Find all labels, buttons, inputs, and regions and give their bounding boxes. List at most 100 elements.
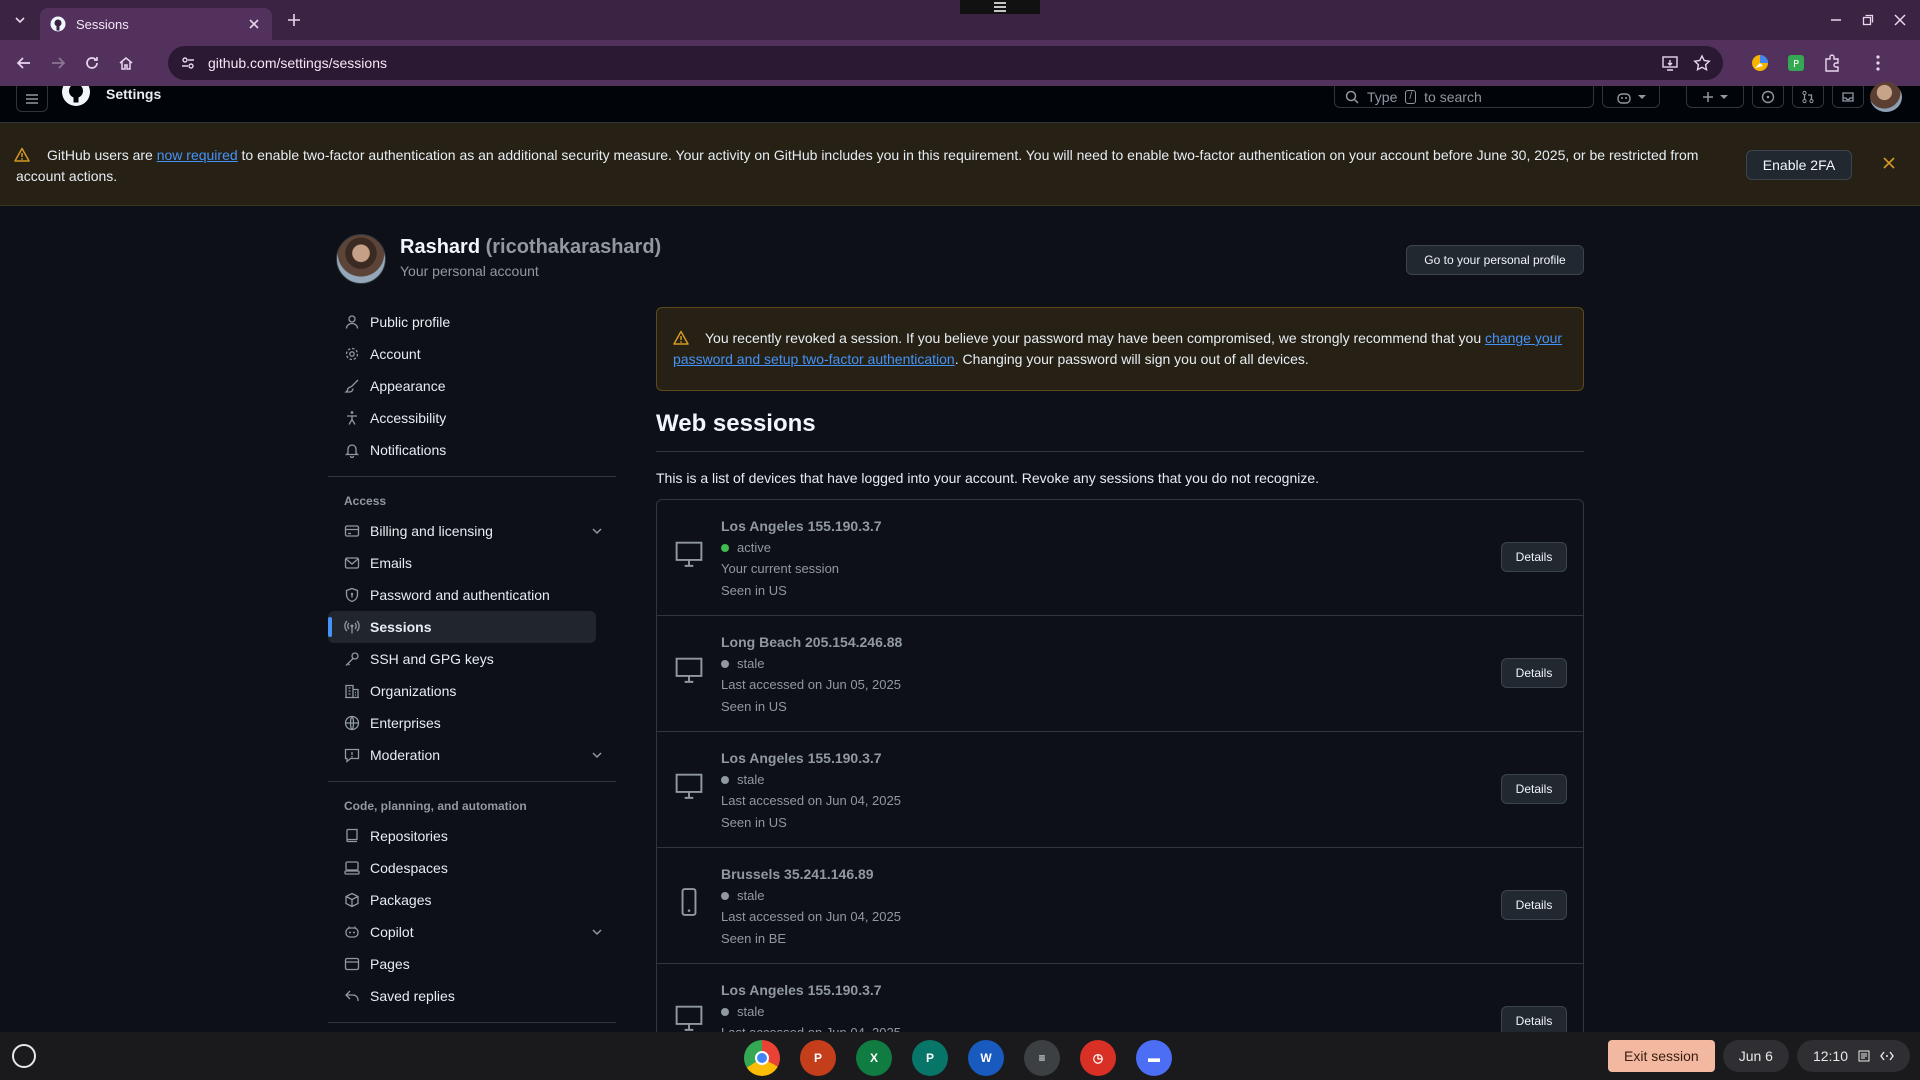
session-location[interactable]: Los Angeles 155.190.3.7 (721, 982, 882, 998)
session-location[interactable]: Los Angeles 155.190.3.7 (721, 750, 882, 766)
browser-icon (344, 957, 360, 971)
sidebar-item-repositories[interactable]: Repositories (328, 820, 616, 852)
sidebar-item-ssh-and-gpg-keys[interactable]: SSH and GPG keys (328, 643, 616, 675)
browser-tab[interactable]: Sessions (40, 8, 272, 40)
github-logo-icon[interactable] (60, 86, 92, 110)
powerpoint-icon[interactable]: P (800, 1040, 836, 1076)
details-button[interactable]: Details (1501, 658, 1567, 688)
copilot-menu-button[interactable] (1602, 86, 1660, 108)
search-input[interactable]: Type / to search (1334, 86, 1594, 108)
sidebar-item-codespaces[interactable]: Codespaces (328, 852, 616, 884)
sidebar-item-copilot[interactable]: Copilot (328, 916, 616, 948)
restore-icon[interactable] (1862, 14, 1874, 26)
new-tab-button[interactable] (276, 2, 312, 38)
publisher-icon[interactable]: P (912, 1040, 948, 1076)
bookmark-star-icon[interactable] (1693, 54, 1711, 72)
session-seen-in: Seen in US (721, 815, 787, 830)
session-status: stale (721, 656, 764, 671)
copilot-icon (1617, 92, 1631, 104)
header-context-title[interactable]: Settings (106, 86, 161, 102)
sidebar-item-label: Notifications (370, 442, 447, 458)
home-icon[interactable] (110, 47, 142, 79)
reload-icon[interactable] (76, 47, 108, 79)
person-icon (345, 315, 359, 329)
date-button[interactable]: Jun 6 (1722, 1040, 1789, 1072)
window-drag-handle[interactable] (960, 0, 1040, 14)
extension-colorful-icon[interactable] (1751, 54, 1769, 72)
close-window-icon[interactable] (1894, 14, 1906, 26)
extensions-puzzle-icon[interactable] (1823, 54, 1841, 72)
sidebar-heading-code: Code, planning, and automation (344, 799, 527, 813)
details-button[interactable]: Details (1501, 774, 1567, 804)
go-to-profile-button[interactable]: Go to your personal profile (1406, 245, 1584, 275)
site-info-icon[interactable] (180, 55, 196, 71)
docs-icon[interactable]: ≡ (1024, 1040, 1060, 1076)
sidebar-item-sessions[interactable]: Sessions (328, 611, 596, 643)
sidebar-item-appearance[interactable]: Appearance (328, 370, 616, 402)
chevron-down-icon[interactable] (592, 526, 602, 536)
timer-icon[interactable]: ◷ (1080, 1040, 1116, 1076)
search-placeholder-prefix: Type (1367, 88, 1398, 105)
issue-opened-icon (1761, 90, 1775, 103)
sidebar-item-moderation[interactable]: Moderation (328, 739, 616, 771)
files-icon[interactable]: ▬ (1136, 1040, 1172, 1076)
hamburger-menu-icon[interactable] (16, 86, 48, 112)
now-required-link[interactable]: now required (157, 147, 238, 163)
sidebar-item-public-profile[interactable]: Public profile (328, 306, 616, 338)
gear-icon (345, 347, 359, 361)
sidebar-item-pages[interactable]: Pages (328, 948, 616, 980)
chrome-icon[interactable] (744, 1040, 780, 1076)
close-icon[interactable] (1882, 156, 1896, 170)
sidebar-item-notifications[interactable]: Notifications (328, 434, 616, 466)
sidebar-item-organizations[interactable]: Organizations (328, 675, 616, 707)
sidebar-item-saved-replies[interactable]: Saved replies (328, 980, 616, 1012)
tab-search-icon[interactable] (0, 0, 40, 40)
device-desktop-icon (675, 773, 703, 799)
forward-icon[interactable] (42, 47, 74, 79)
details-button[interactable]: Details (1501, 1006, 1567, 1032)
extension-green-icon[interactable]: P (1787, 54, 1805, 72)
sidebar-item-accessibility[interactable]: Accessibility (328, 402, 616, 434)
svg-text:P: P (1793, 59, 1799, 70)
back-icon[interactable] (8, 47, 40, 79)
address-bar[interactable]: github.com/settings/sessions (168, 46, 1723, 80)
minimize-icon[interactable] (1830, 14, 1842, 26)
user-avatar[interactable] (1870, 82, 1902, 112)
chevron-down-icon[interactable] (592, 750, 602, 760)
sidebar-item-emails[interactable]: Emails (328, 547, 616, 579)
account-avatar[interactable] (336, 234, 386, 284)
inbox-button[interactable] (1832, 86, 1864, 108)
sidebar-item-enterprises[interactable]: Enterprises (328, 707, 616, 739)
launcher-icon[interactable] (12, 1044, 36, 1068)
sidebar-item-billing-and-licensing[interactable]: Billing and licensing (328, 515, 616, 547)
tab-close-icon[interactable] (246, 16, 262, 32)
login-name: (ricothakarashard) (485, 236, 662, 258)
sidebar-item-label: Moderation (370, 747, 441, 763)
session-location[interactable]: Brussels 35.241.146.89 (721, 866, 874, 882)
details-button[interactable]: Details (1501, 890, 1567, 920)
session-row: Los Angeles 155.190.3.7 stale Last accesse… (657, 732, 1583, 848)
word-icon[interactable]: W (968, 1040, 1004, 1076)
session-location[interactable]: Long Beach 205.154.246.88 (721, 634, 902, 650)
sidebar-item-password-and-authentication[interactable]: Password and authentication (328, 579, 616, 611)
sidebar-item-label: Billing and licensing (370, 523, 493, 539)
chevron-down-icon[interactable] (592, 927, 602, 937)
browser-menu-icon[interactable] (1869, 54, 1887, 72)
details-button[interactable]: Details (1501, 542, 1567, 572)
status-area[interactable]: 12:10 (1796, 1040, 1910, 1072)
install-app-icon[interactable] (1661, 54, 1679, 72)
enable-2fa-button[interactable]: Enable 2FA (1746, 150, 1852, 180)
pull-requests-button[interactable] (1792, 86, 1824, 108)
device-desktop-icon (675, 541, 703, 567)
exit-session-button[interactable]: Exit session (1608, 1040, 1715, 1072)
create-new-button[interactable] (1686, 86, 1744, 108)
sidebar-item-account[interactable]: Account (328, 338, 616, 370)
shield-lock-icon (345, 587, 359, 603)
key-icon (345, 652, 359, 666)
issues-button[interactable] (1752, 86, 1784, 108)
session-location[interactable]: Los Angeles 155.190.3.7 (721, 518, 882, 534)
search-shortcut-key: / (1405, 89, 1417, 104)
sidebar-item-packages[interactable]: Packages (328, 884, 616, 916)
system-tray: Exit session Jun 6 12:10 (1608, 1040, 1910, 1072)
excel-icon[interactable]: X (856, 1040, 892, 1076)
